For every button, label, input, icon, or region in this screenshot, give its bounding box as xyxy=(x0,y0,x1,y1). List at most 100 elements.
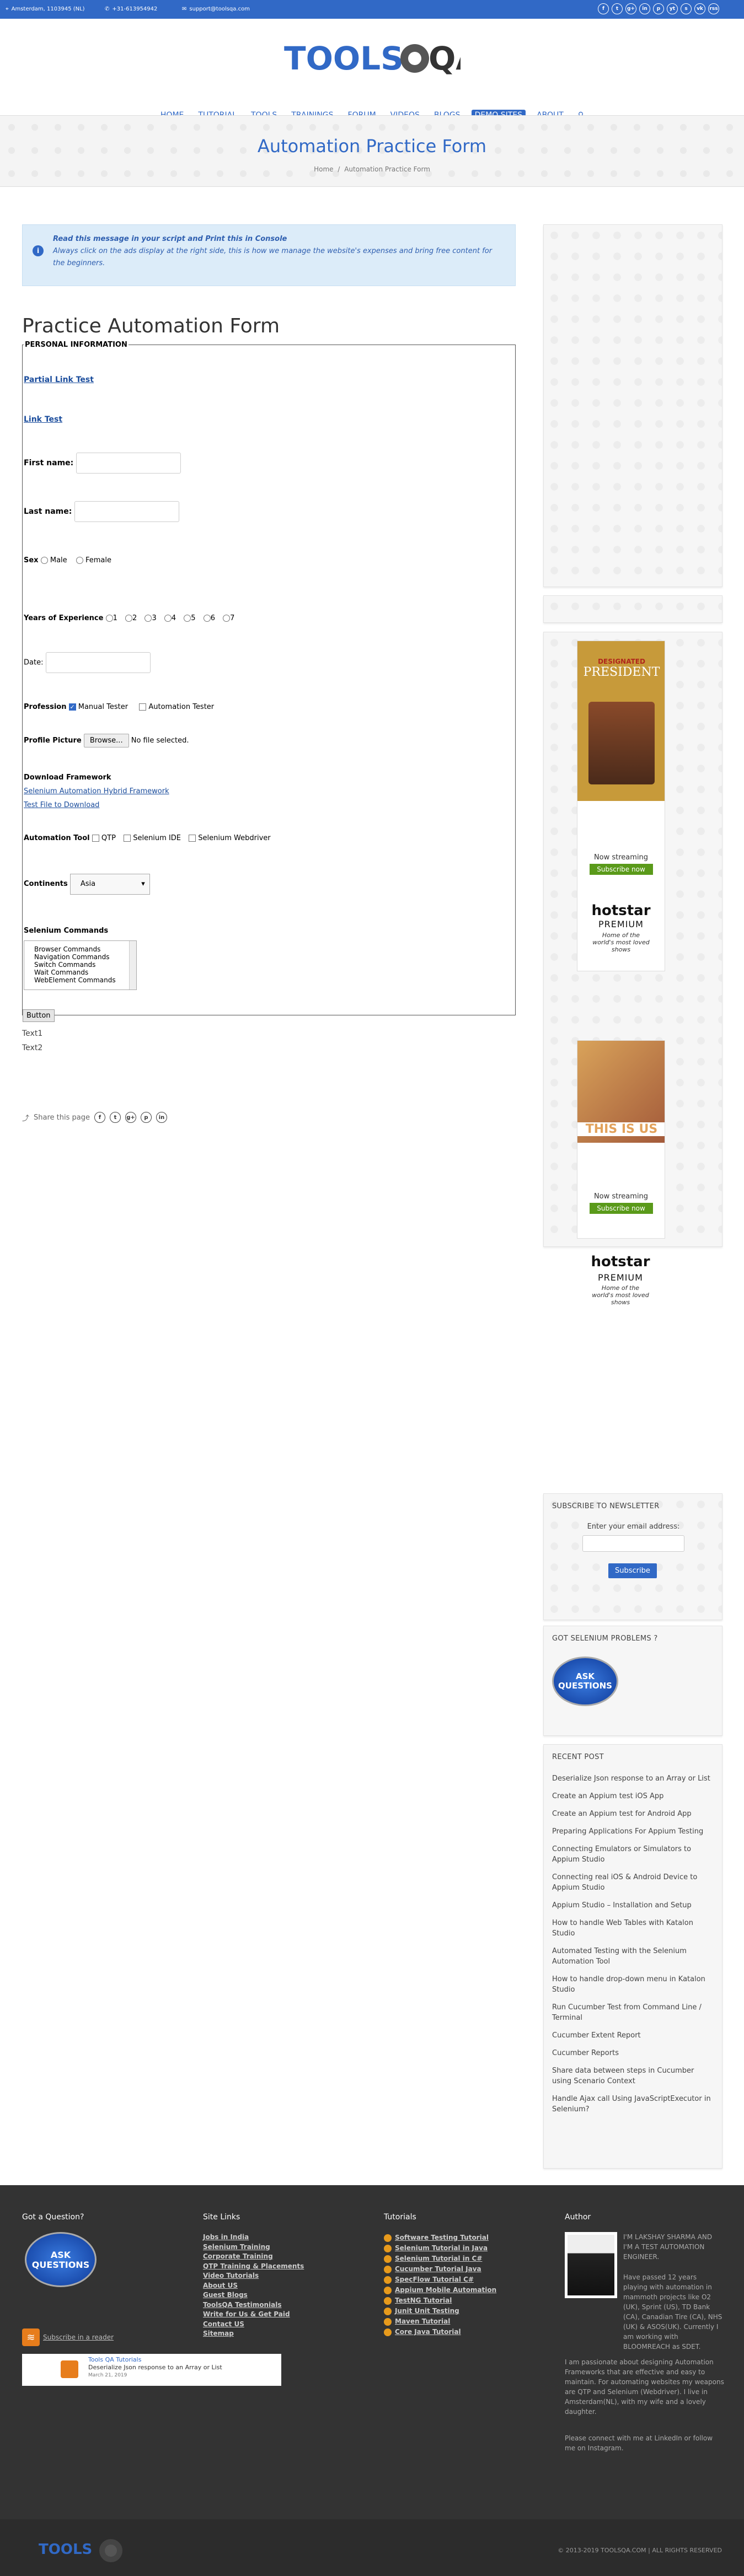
rss-subscribe-text[interactable]: Subscribe in a reader xyxy=(43,2333,114,2341)
link-test[interactable]: Link Test xyxy=(24,415,62,424)
rss-subscribe[interactable]: ≋ Subscribe in a reader xyxy=(22,2328,114,2346)
footer-ask-questions-badge[interactable]: ASK QUESTIONS xyxy=(25,2232,97,2287)
browse-button[interactable]: Browse... xyxy=(83,734,129,747)
twitter-share-icon[interactable]: t xyxy=(109,1112,121,1123)
site-link[interactable]: ToolsQA Testimonials xyxy=(203,2300,304,2310)
date-input[interactable] xyxy=(45,652,151,673)
manual-tester-checkbox[interactable]: ✓ xyxy=(68,703,76,711)
site-link[interactable]: QTP Training & Placements xyxy=(203,2262,304,2272)
recent-post-item[interactable]: Preparing Applications For Appium Testin… xyxy=(552,1826,712,1837)
recent-post-item[interactable]: Handle Ajax call Using JavaScriptExecuto… xyxy=(552,2094,712,2115)
site-link[interactable]: Corporate Training xyxy=(203,2252,304,2262)
partial-link-test[interactable]: Partial Link Test xyxy=(24,375,94,384)
feed-widget[interactable]: Tools QA Tutorials Deserialize Json resp… xyxy=(22,2354,281,2386)
email-text[interactable]: support@toolsqa.com xyxy=(189,6,250,12)
tutorial-link[interactable]: TestNG Tutorial xyxy=(384,2295,496,2306)
ad-subscribe-button[interactable]: Subscribe now xyxy=(589,864,653,875)
sex-female-radio[interactable] xyxy=(76,557,83,564)
footer-logo[interactable]: TOOLS xyxy=(39,2541,92,2558)
ask-questions-badge[interactable]: ASK QUESTIONS xyxy=(552,1657,618,1706)
exp-radio-1[interactable] xyxy=(105,615,113,622)
skype-icon[interactable]: s xyxy=(681,3,692,14)
tutorial-link[interactable]: SpecFlow Tutorial C# xyxy=(384,2274,496,2285)
rss-icon[interactable]: rss xyxy=(708,3,719,14)
tutorial-link[interactable]: Maven Tutorial xyxy=(384,2316,496,2327)
recent-post-item[interactable]: Create an Appium test iOS App xyxy=(552,1791,712,1801)
recent-post-item[interactable]: Cucumber Reports xyxy=(552,2048,712,2058)
site-link[interactable]: Guest Blogs xyxy=(203,2290,304,2300)
hotstar-ad-2[interactable]: THIS IS US Now streaming Subscribe now xyxy=(577,1040,665,1239)
automation-tester-checkbox[interactable] xyxy=(139,703,147,711)
tutorial-link[interactable]: Appium Mobile Automation xyxy=(384,2285,496,2295)
last-name-input[interactable] xyxy=(74,501,179,522)
toolsqa-logo[interactable]: TOOLS QA xyxy=(284,35,461,82)
recent-post-item[interactable]: Cucumber Extent Report xyxy=(552,2030,712,2041)
facebook-share-icon[interactable]: f xyxy=(94,1112,105,1123)
google-plus-icon[interactable]: g+ xyxy=(625,3,636,14)
tutorial-link-text[interactable]: Cucumber Tutorial Java xyxy=(395,2264,481,2274)
tutorial-link-text[interactable]: Appium Mobile Automation xyxy=(395,2285,496,2295)
command-option[interactable]: WebElement Commands xyxy=(34,976,126,984)
site-link[interactable]: Selenium Training xyxy=(203,2242,304,2252)
site-link[interactable]: Write for Us & Get Paid xyxy=(203,2310,304,2320)
sex-male-radio[interactable] xyxy=(40,557,48,564)
tutorial-link-text[interactable]: Selenium Tutorial in Java xyxy=(395,2243,488,2254)
download-file-link[interactable]: Test File to Download xyxy=(24,798,169,812)
linkedin-share-icon[interactable]: in xyxy=(156,1112,167,1123)
site-link[interactable]: Sitemap xyxy=(203,2329,304,2339)
email-info[interactable]: ✉ support@toolsqa.com xyxy=(182,6,250,12)
breadcrumb-home[interactable]: Home xyxy=(314,165,333,173)
download-framework-link[interactable]: Selenium Automation Hybrid Framework xyxy=(24,784,169,798)
tutorial-link[interactable]: Selenium Tutorial in Java xyxy=(384,2243,496,2254)
recent-post-item[interactable]: How to handle Web Tables with Katalon St… xyxy=(552,1918,712,1939)
tutorial-link-text[interactable]: Junit Unit Testing xyxy=(395,2306,459,2316)
command-option[interactable]: Browser Commands xyxy=(34,945,126,953)
recent-post-item[interactable]: Share data between steps in Cucumber usi… xyxy=(552,2066,712,2086)
tutorial-link-text[interactable]: Maven Tutorial xyxy=(395,2316,450,2327)
exp-radio-3[interactable] xyxy=(144,615,152,622)
tutorial-link-text[interactable]: Software Testing Tutorial xyxy=(395,2233,489,2243)
tutorial-link[interactable]: Software Testing Tutorial xyxy=(384,2233,496,2243)
tutorial-link-text[interactable]: Core Java Tutorial xyxy=(395,2327,461,2337)
linkedin-icon[interactable]: in xyxy=(639,3,650,14)
site-link[interactable]: Contact US xyxy=(203,2320,304,2330)
facebook-icon[interactable]: f xyxy=(598,3,609,14)
recent-post-item[interactable]: Appium Studio – Installation and Setup xyxy=(552,1900,712,1911)
selenium-ide-checkbox[interactable] xyxy=(124,835,131,842)
exp-radio-6[interactable] xyxy=(203,615,211,622)
command-option[interactable]: Wait Commands xyxy=(34,969,126,976)
google-plus-share-icon[interactable]: g+ xyxy=(125,1112,136,1123)
recent-post-item[interactable]: Create an Appium test for Android App xyxy=(552,1809,712,1819)
command-option[interactable]: Switch Commands xyxy=(34,961,126,969)
tutorial-link-text[interactable]: SpecFlow Tutorial C# xyxy=(395,2274,474,2285)
qtp-checkbox[interactable] xyxy=(92,835,99,842)
first-name-input[interactable] xyxy=(76,453,181,474)
site-link[interactable]: Video Tutorials xyxy=(203,2271,304,2281)
exp-radio-4[interactable] xyxy=(164,615,172,622)
form-button[interactable]: Button xyxy=(23,1009,55,1022)
youtube-icon[interactable]: yt xyxy=(667,3,678,14)
tutorial-link-text[interactable]: Selenium Tutorial in C# xyxy=(395,2254,482,2264)
recent-post-item[interactable]: Connecting real iOS & Android Device to … xyxy=(552,1872,712,1893)
pinterest-share-icon[interactable]: p xyxy=(140,1112,152,1123)
pinterest-icon[interactable]: p xyxy=(653,3,664,14)
hotstar-ad-1[interactable]: DESIGNATED PRESIDENT Now streaming Subsc… xyxy=(577,641,665,971)
newsletter-subscribe-button[interactable]: Subscribe xyxy=(608,1563,657,1578)
exp-radio-2[interactable] xyxy=(125,615,133,622)
selenium-commands-select[interactable]: Browser Commands Navigation Commands Swi… xyxy=(24,940,137,990)
tutorial-link[interactable]: Cucumber Tutorial Java xyxy=(384,2264,496,2274)
newsletter-email-input[interactable] xyxy=(582,1535,684,1552)
tutorial-link[interactable]: Junit Unit Testing xyxy=(384,2306,496,2316)
selenium-webdriver-checkbox[interactable] xyxy=(189,835,196,842)
continents-select[interactable]: Asia xyxy=(69,874,150,895)
recent-post-item[interactable]: Deserialize Json response to an Array or… xyxy=(552,1773,712,1784)
tutorial-link[interactable]: Selenium Tutorial in C# xyxy=(384,2254,496,2264)
exp-radio-5[interactable] xyxy=(184,615,191,622)
recent-post-item[interactable]: Connecting Emulators or Simulators to Ap… xyxy=(552,1844,712,1865)
site-link[interactable]: Jobs in India xyxy=(203,2233,304,2242)
twitter-icon[interactable]: t xyxy=(612,3,623,14)
site-link[interactable]: About US xyxy=(203,2281,304,2291)
command-option[interactable]: Navigation Commands xyxy=(34,953,126,961)
exp-radio-7[interactable] xyxy=(223,615,231,622)
tutorial-link-text[interactable]: TestNG Tutorial xyxy=(395,2295,452,2306)
